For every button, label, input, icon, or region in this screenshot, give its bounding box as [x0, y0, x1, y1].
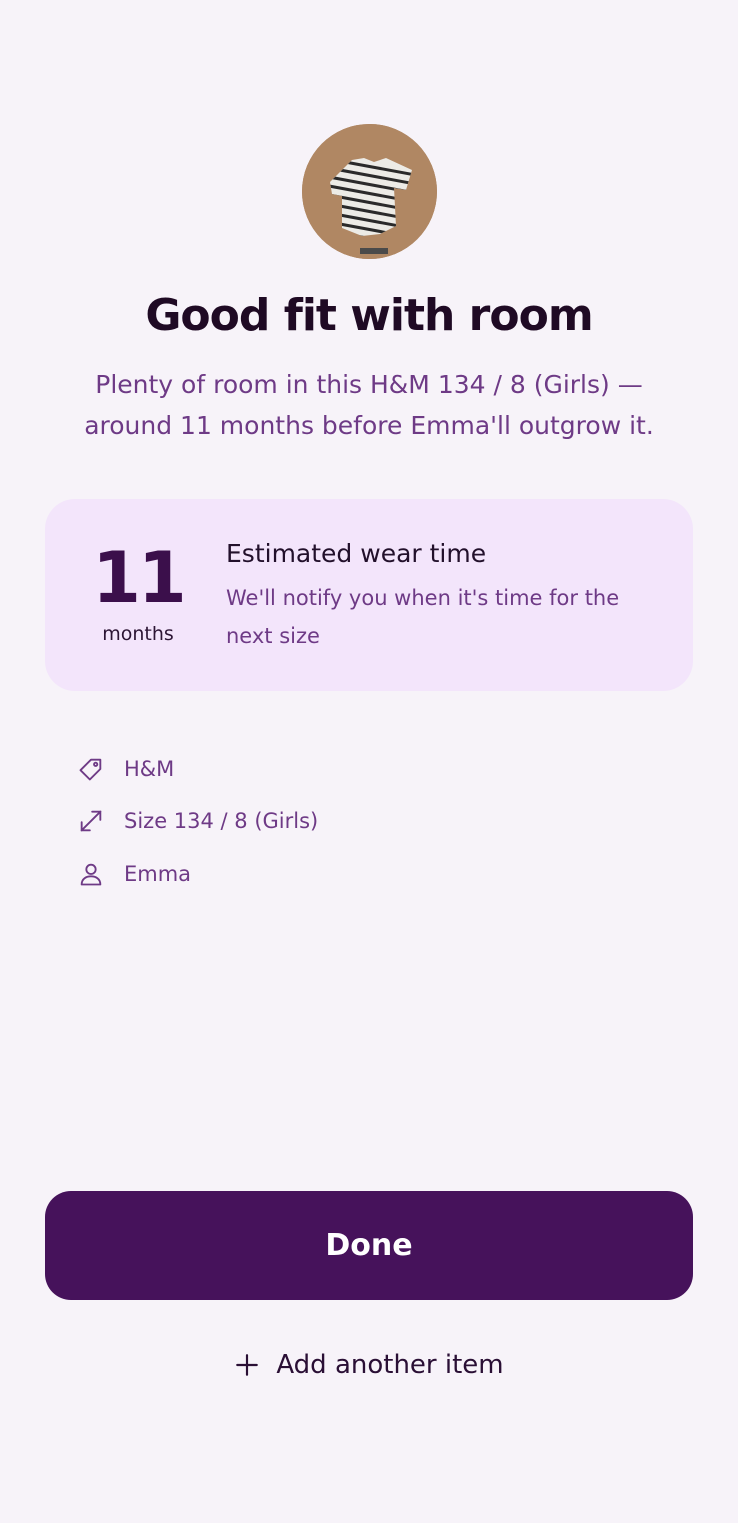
result-title: Good fit with room — [145, 290, 593, 341]
detail-size-text: Size 134 / 8 (Girls) — [124, 809, 319, 833]
wear-time-heading: Estimated wear time — [226, 539, 487, 568]
add-another-item-label: Add another item — [276, 1350, 504, 1380]
tag-icon — [76, 754, 106, 784]
detail-child: Emma — [76, 857, 191, 891]
wear-time-card: 11 months Estimated wear time We'll noti… — [45, 499, 693, 691]
add-another-item-button[interactable]: Add another item — [0, 1344, 738, 1386]
detail-size: Size 134 / 8 (Girls) — [76, 804, 318, 838]
result-subtitle: Plenty of room in this H&M 134 / 8 (Girl… — [84, 370, 654, 440]
resize-icon — [76, 806, 106, 836]
striped-shirt-photo — [302, 124, 437, 259]
wear-time-value: 11 — [92, 537, 186, 619]
detail-brand: H&M — [76, 752, 174, 786]
plus-icon — [236, 1354, 259, 1376]
person-icon — [76, 859, 106, 889]
wear-time-unit: months — [102, 623, 174, 645]
done-button[interactable]: Done — [45, 1191, 693, 1300]
wear-time-description: We'll notify you when it's time for the … — [226, 586, 620, 648]
detail-brand-text: H&M — [124, 757, 175, 781]
detail-child-text: Emma — [124, 862, 192, 886]
item-photo — [302, 124, 437, 259]
